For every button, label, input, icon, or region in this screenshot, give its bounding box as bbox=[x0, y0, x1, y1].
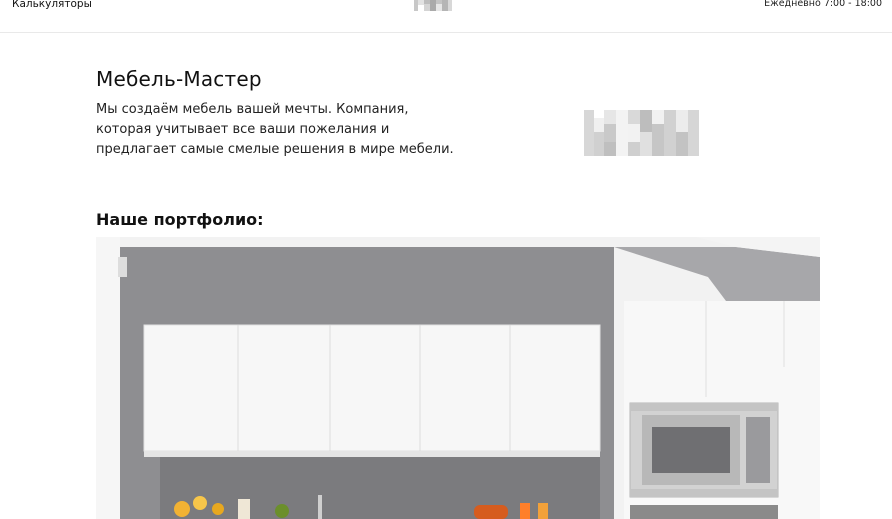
company-logo-icon bbox=[584, 110, 699, 156]
logo-icon[interactable] bbox=[414, 0, 452, 11]
working-hours: Ежедневно 7:00 - 18:00 bbox=[764, 0, 882, 9]
company-description: Мы создаём мебель вашей мечты. Компания,… bbox=[96, 102, 454, 157]
portfolio-kitchen-photo[interactable] bbox=[96, 237, 820, 519]
nav-link-calculators[interactable]: Калькуляторы bbox=[12, 0, 92, 10]
portfolio-heading: Наше портфолио: bbox=[96, 210, 264, 229]
company-title: Мебель-Мастер bbox=[96, 67, 262, 91]
top-navbar: Калькуляторы Ежедневно 7:00 - 18:00 bbox=[0, 0, 892, 33]
